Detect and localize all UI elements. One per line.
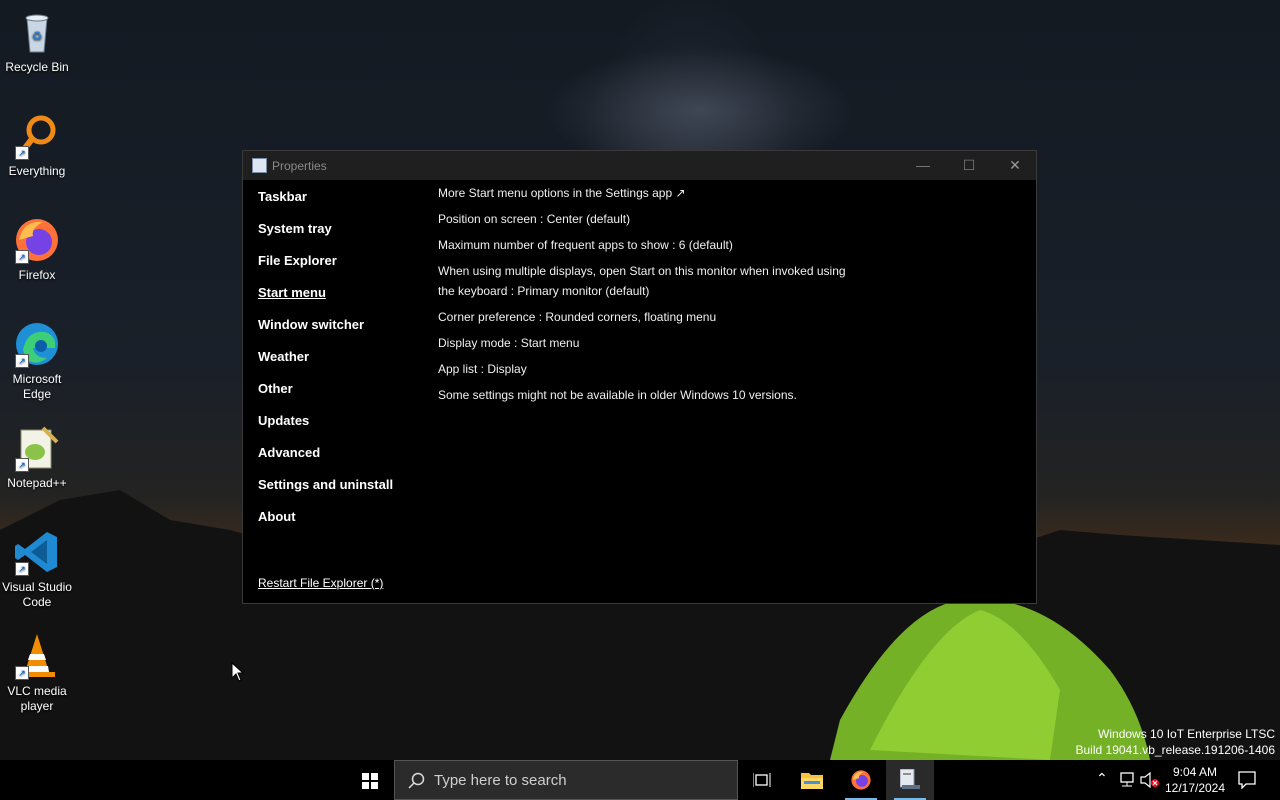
windows-logo-icon bbox=[362, 773, 378, 789]
clock-date: 12/17/2024 bbox=[1164, 781, 1226, 795]
shortcut-arrow-icon: ↗ bbox=[15, 562, 29, 576]
desktop-icon-label: Microsoft Edge bbox=[12, 372, 62, 401]
everything-search-icon: ↗ bbox=[13, 112, 61, 160]
shortcut-arrow-icon: ↗ bbox=[15, 666, 29, 680]
desktop-icon-label: Visual Studio Code bbox=[2, 580, 72, 609]
app-checklist-icon bbox=[252, 158, 267, 173]
setting-multiple-displays[interactable]: When using multiple displays, open Start… bbox=[438, 261, 858, 301]
taskbar: Type here to search ⌃ 9:04 AM 12/17/2024 bbox=[0, 760, 1280, 800]
properties-window: Properties — ☐ ✕ Taskbar System tray Fil… bbox=[242, 150, 1037, 604]
taskbar-properties-app[interactable] bbox=[886, 760, 934, 800]
task-view-icon bbox=[753, 773, 771, 787]
watermark-edition: Windows 10 IoT Enterprise LTSC bbox=[1098, 727, 1275, 741]
firefox-icon bbox=[851, 770, 871, 790]
settings-compat-note: Some settings might not be available in … bbox=[438, 388, 797, 402]
taskbar-file-explorer[interactable] bbox=[788, 760, 836, 800]
desktop-icon-label: Notepad++ bbox=[7, 476, 67, 490]
mouse-cursor-icon bbox=[231, 662, 245, 682]
show-hidden-icons-chevron-up-icon[interactable]: ⌃ bbox=[1096, 770, 1108, 787]
properties-app-icon bbox=[900, 769, 920, 789]
start-button[interactable] bbox=[346, 760, 394, 800]
desktop-icon-firefox[interactable]: ↗ Firefox bbox=[0, 216, 74, 283]
search-placeholder: Type here to search bbox=[434, 772, 567, 789]
windows-build-watermark: Windows 10 IoT Enterprise LTSC Build 190… bbox=[1076, 726, 1276, 758]
shortcut-arrow-icon: ↗ bbox=[15, 458, 29, 472]
nav-item-start-menu[interactable]: Start menu bbox=[258, 285, 326, 300]
svg-text:♻: ♻ bbox=[32, 29, 43, 43]
setting-more-options-link[interactable]: More Start menu options in the Settings … bbox=[438, 183, 878, 203]
desktop-icon-label: Recycle Bin bbox=[5, 60, 69, 74]
system-tray: ⌃ 9:04 AM 12/17/2024 bbox=[1090, 760, 1280, 800]
nav-item-taskbar[interactable]: Taskbar bbox=[258, 189, 307, 204]
desktop-icon-label: Firefox bbox=[18, 268, 56, 282]
desktop-icon-edge[interactable]: ↗ Microsoft Edge bbox=[0, 320, 74, 402]
vlc-cone-icon: ↗ bbox=[13, 632, 61, 680]
network-icon[interactable] bbox=[1118, 772, 1136, 788]
shortcut-arrow-icon: ↗ bbox=[15, 146, 29, 160]
vscode-icon: ↗ bbox=[13, 528, 61, 576]
nav-item-window-switcher[interactable]: Window switcher bbox=[258, 317, 364, 332]
taskbar-search-box[interactable]: Type here to search bbox=[394, 760, 738, 800]
taskbar-firefox[interactable] bbox=[837, 760, 885, 800]
nav-item-settings-uninstall[interactable]: Settings and uninstall bbox=[258, 477, 393, 492]
action-center-notification-icon[interactable] bbox=[1238, 771, 1256, 789]
desktop-icon-vlc[interactable]: ↗ VLC media player bbox=[0, 632, 74, 714]
folder-icon bbox=[801, 773, 823, 789]
setting-frequent-apps[interactable]: Maximum number of frequent apps to show … bbox=[438, 235, 878, 255]
volume-muted-icon[interactable] bbox=[1140, 772, 1160, 788]
nav-item-other[interactable]: Other bbox=[258, 381, 293, 396]
minimize-button[interactable]: — bbox=[900, 151, 946, 180]
shortcut-arrow-icon: ↗ bbox=[15, 354, 29, 368]
desktop-icon-notepadpp[interactable]: ↗ Notepad++ bbox=[0, 424, 74, 491]
search-icon bbox=[408, 772, 425, 789]
setting-app-list[interactable]: App list : Display bbox=[438, 359, 878, 379]
nav-item-about[interactable]: About bbox=[258, 509, 296, 524]
nav-item-weather[interactable]: Weather bbox=[258, 349, 309, 364]
close-button[interactable]: ✕ bbox=[992, 151, 1038, 180]
notepadpp-icon: ↗ bbox=[13, 424, 61, 472]
shortcut-arrow-icon: ↗ bbox=[15, 250, 29, 264]
setting-display-mode[interactable]: Display mode : Start menu bbox=[438, 333, 878, 353]
maximize-button[interactable]: ☐ bbox=[946, 151, 992, 180]
setting-position-on-screen[interactable]: Position on screen : Center (default) bbox=[438, 209, 878, 229]
watermark-build: Build 19041.vb_release.191206-1406 bbox=[1075, 743, 1276, 757]
settings-sidebar: Taskbar System tray File Explorer Start … bbox=[243, 180, 428, 603]
nav-item-updates[interactable]: Updates bbox=[258, 413, 309, 428]
nav-item-advanced[interactable]: Advanced bbox=[258, 445, 320, 460]
clock-time: 9:04 AM bbox=[1172, 765, 1218, 779]
recycle-bin-icon: ♻ bbox=[13, 8, 61, 56]
desktop-icon-recycle-bin[interactable]: ♻ Recycle Bin bbox=[0, 8, 74, 75]
desktop-icon-everything[interactable]: ↗ Everything bbox=[0, 112, 74, 179]
nav-item-file-explorer[interactable]: File Explorer bbox=[258, 253, 337, 268]
desktop-icon-vscode[interactable]: ↗ Visual Studio Code bbox=[0, 528, 74, 610]
taskbar-clock[interactable]: 9:04 AM 12/17/2024 bbox=[1160, 764, 1230, 796]
nav-item-system-tray[interactable]: System tray bbox=[258, 221, 332, 236]
restart-file-explorer-link[interactable]: Restart File Explorer (*) bbox=[258, 576, 383, 590]
desktop-icon-label: VLC media player bbox=[7, 684, 67, 713]
setting-corner-preference[interactable]: Corner preference : Rounded corners, flo… bbox=[438, 307, 878, 327]
task-view-button[interactable] bbox=[738, 760, 786, 800]
settings-content: More Start menu options in the Settings … bbox=[438, 180, 1036, 603]
window-title: Properties bbox=[272, 159, 327, 173]
window-titlebar[interactable]: Properties — ☐ ✕ bbox=[243, 151, 1036, 180]
firefox-icon: ↗ bbox=[13, 216, 61, 264]
desktop-icon-label: Everything bbox=[8, 164, 66, 178]
edge-icon: ↗ bbox=[13, 320, 61, 368]
